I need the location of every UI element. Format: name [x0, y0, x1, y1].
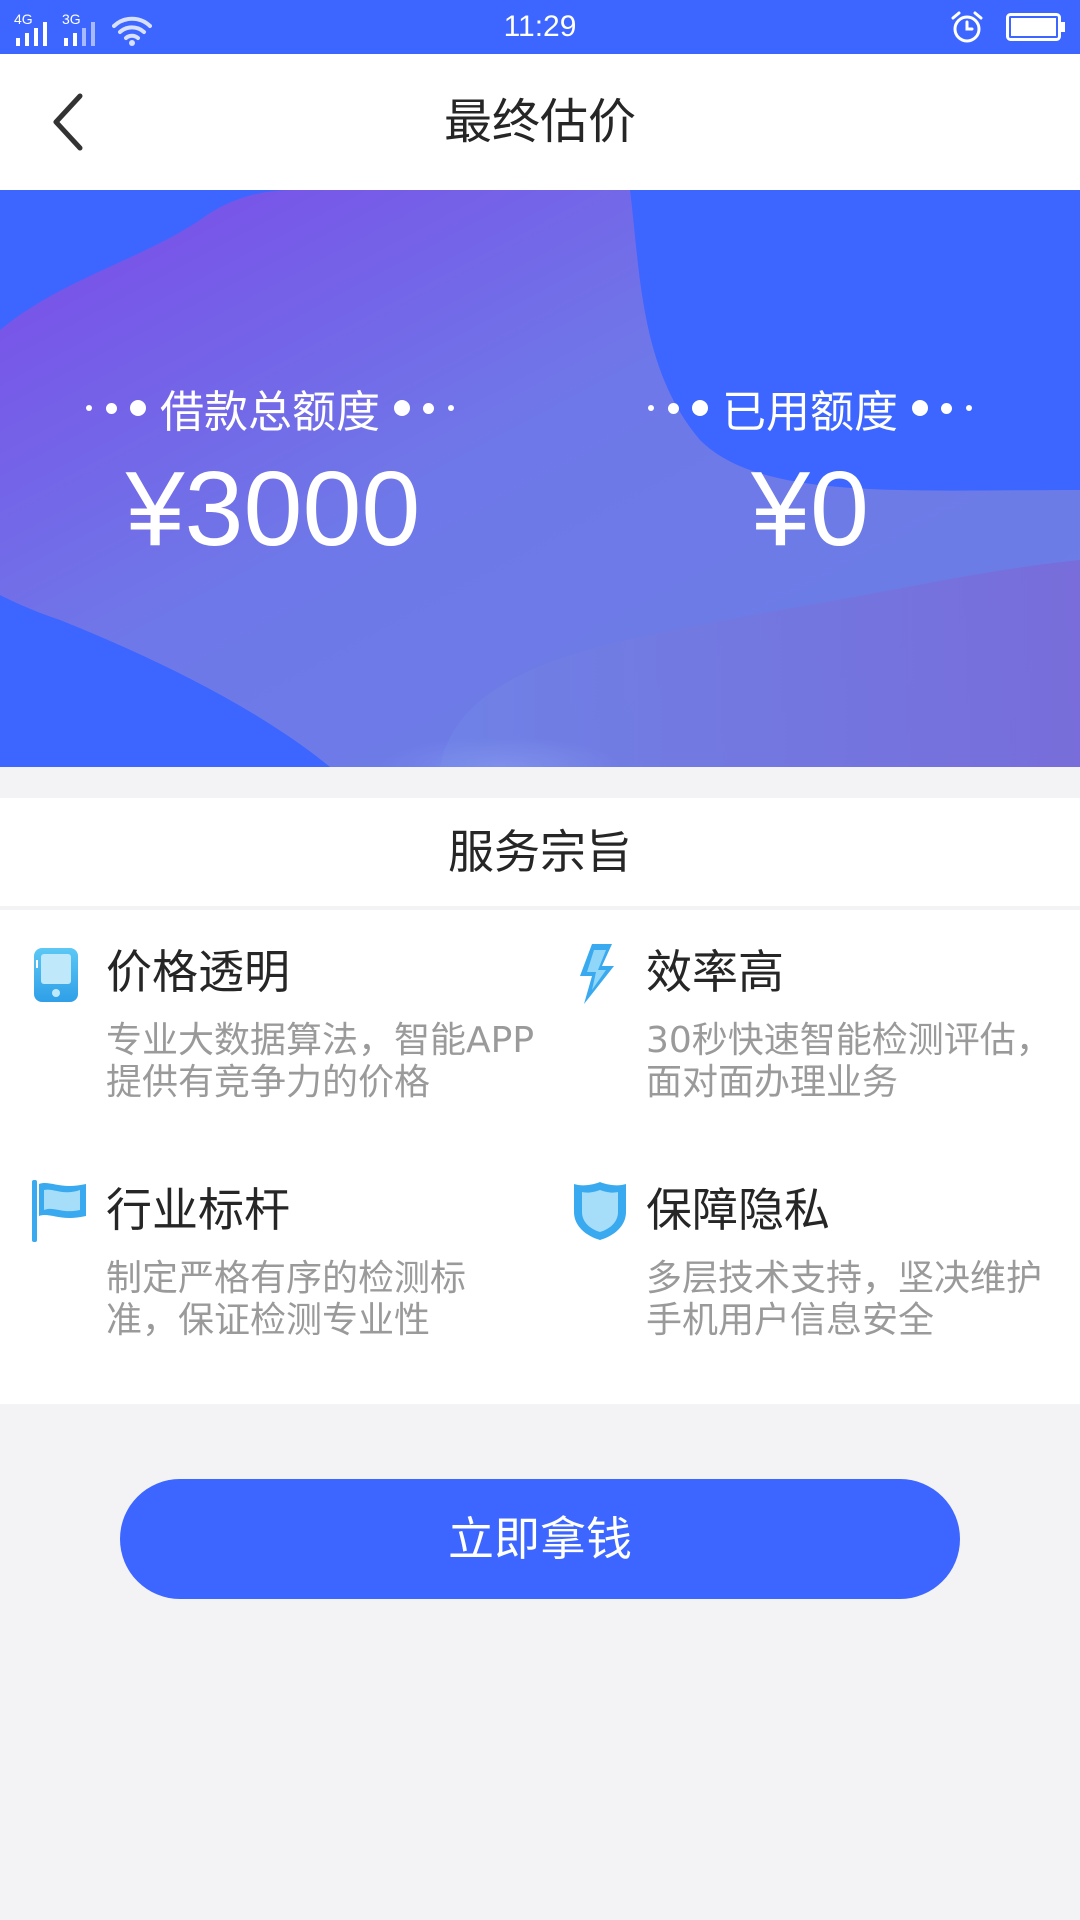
feature-privacy-protection: 保障隐私 多层技术支持，坚决维护手机用户信息安全	[570, 1178, 1080, 1348]
feature-description: 30秒快速智能检测评估，面对面办理业务	[646, 1020, 1052, 1103]
total-credit-label: 借款总额度	[160, 387, 380, 438]
chevron-left-icon	[53, 93, 83, 151]
nav-bar: 最终估价	[0, 54, 1080, 190]
decorative-dots	[380, 400, 454, 416]
used-credit-label: 已用额度	[722, 387, 898, 438]
used-credit-value: ¥0	[751, 450, 869, 568]
used-credit-block: 已用额度 ¥0	[540, 378, 1080, 574]
feature-description: 多层技术支持，坚决维护手机用户信息安全	[646, 1258, 1043, 1341]
credit-banner: 借款总额度 ¥3000 已用额度 ¥0	[0, 190, 1080, 767]
flag-icon	[32, 1180, 86, 1242]
back-button[interactable]	[44, 92, 104, 152]
battery-icon	[1006, 13, 1065, 41]
page-title: 最终估价	[443, 94, 636, 150]
feature-title: 行业标杆	[106, 1183, 290, 1237]
feature-title: 保障隐私	[646, 1183, 830, 1237]
feature-high-efficiency: 效率高 30秒快速智能检测评估，面对面办理业务	[570, 940, 1080, 1110]
total-credit-value: ¥3000	[125, 450, 421, 568]
decorative-dots	[648, 400, 722, 416]
service-title: 服务宗旨	[0, 798, 1080, 910]
lightning-icon	[580, 944, 614, 1004]
feature-description: 制定严格有序的检测标准，保证检测专业性	[106, 1258, 467, 1341]
decorative-dots	[86, 400, 160, 416]
feature-title: 效率高	[646, 945, 784, 999]
service-section: 服务宗旨 价格透明 专业大数据算法，智能APP提供有竞争力的价格 效率高 30秒…	[0, 798, 1080, 1404]
decorative-dots	[898, 400, 972, 416]
phone-icon	[34, 948, 78, 1002]
status-time: 11:29	[503, 10, 577, 43]
feature-industry-benchmark: 行业标杆 制定严格有序的检测标准，保证检测专业性	[30, 1178, 550, 1348]
feature-price-transparent: 价格透明 专业大数据算法，智能APP提供有竞争力的价格	[30, 940, 550, 1110]
shield-icon	[574, 1182, 626, 1240]
total-credit-block: 借款总额度 ¥3000	[0, 378, 540, 574]
feature-description: 专业大数据算法，智能APP提供有竞争力的价格	[106, 1020, 535, 1103]
alarm-icon	[951, 11, 983, 43]
get-money-button[interactable]: 立即拿钱	[120, 1479, 960, 1599]
status-right	[950, 9, 1066, 45]
status-bar: 4G 3G 11:29	[0, 0, 1080, 54]
feature-title: 价格透明	[106, 945, 290, 999]
